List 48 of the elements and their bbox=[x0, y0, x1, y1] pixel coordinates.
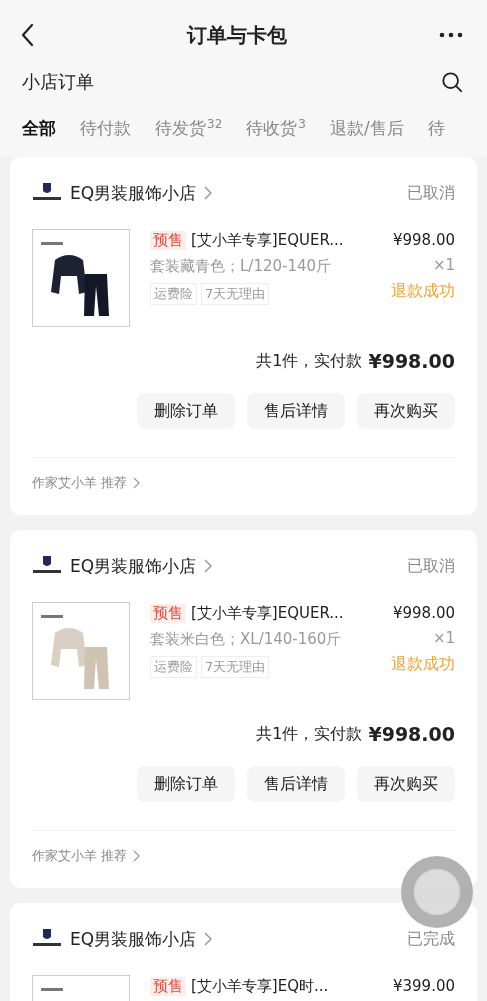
product-title[interactable]: [艾小羊专享]EQUER... bbox=[191, 604, 344, 623]
order-status: 已完成 bbox=[407, 928, 455, 950]
shop-name[interactable]: EQ男装服饰小店 bbox=[70, 181, 197, 205]
chevron-right-icon bbox=[133, 477, 141, 489]
more-icon[interactable] bbox=[439, 32, 463, 38]
product-price: ¥998.00 bbox=[392, 604, 455, 622]
search-icon[interactable] bbox=[441, 71, 463, 93]
chevron-right-icon bbox=[204, 559, 213, 573]
back-icon[interactable] bbox=[20, 23, 34, 47]
total-amount: ¥998.00 bbox=[368, 350, 455, 372]
shop-name[interactable]: EQ男装服饰小店 bbox=[70, 554, 197, 578]
refund-status: 退款成功 bbox=[391, 654, 455, 675]
product-price: ¥998.00 bbox=[392, 231, 455, 249]
presale-tag: 预售 bbox=[150, 977, 186, 996]
shop-name[interactable]: EQ男装服饰小店 bbox=[70, 927, 197, 951]
product-price: ¥399.00 bbox=[392, 977, 455, 995]
order-action-button[interactable]: 再次购买 bbox=[357, 393, 455, 429]
recommend-link[interactable]: 作家艾小羊 推荐 bbox=[32, 847, 128, 865]
order-action-button[interactable]: 再次购买 bbox=[357, 766, 455, 802]
presale-tag: 预售 bbox=[150, 231, 186, 250]
total-amount: ¥998.00 bbox=[368, 723, 455, 745]
quantity: ×1 bbox=[432, 256, 455, 274]
refund-status: 退款成功 bbox=[391, 281, 455, 302]
product-title[interactable]: [艾小羊专享]EQ时... bbox=[191, 977, 329, 996]
chevron-right-icon bbox=[204, 186, 213, 200]
order-action-button[interactable]: 删除订单 bbox=[137, 766, 235, 802]
service-tag: 7天无理由 bbox=[201, 283, 270, 305]
total-label: 共1件，实付款 bbox=[256, 350, 363, 372]
product-spec: 套装米白色；XL/140-160斤 bbox=[150, 630, 343, 649]
product-title[interactable]: [艾小羊专享]EQUER... bbox=[191, 231, 344, 250]
order-action-button[interactable]: 售后详情 bbox=[247, 766, 345, 802]
order-tab[interactable]: 全部 bbox=[22, 117, 56, 140]
order-status: 已取消 bbox=[407, 182, 455, 204]
chevron-right-icon bbox=[204, 932, 213, 946]
order-status: 已取消 bbox=[407, 555, 455, 577]
presale-tag: 预售 bbox=[150, 604, 186, 623]
service-tag: 7天无理由 bbox=[201, 656, 270, 678]
chevron-right-icon bbox=[133, 850, 141, 862]
section-title: 小店订单 bbox=[22, 70, 94, 94]
total-label: 共1件，实付款 bbox=[256, 723, 363, 745]
order-action-button[interactable]: 删除订单 bbox=[137, 393, 235, 429]
service-tag: 运费险 bbox=[150, 283, 197, 305]
service-tag: 运费险 bbox=[150, 656, 197, 678]
page-title: 订单与卡包 bbox=[186, 21, 287, 49]
order-action-button[interactable]: 售后详情 bbox=[247, 393, 345, 429]
quantity: ×1 bbox=[432, 629, 455, 647]
recommend-link[interactable]: 作家艾小羊 推荐 bbox=[32, 474, 128, 492]
product-spec: 套装藏青色；L/120-140斤 bbox=[150, 257, 333, 276]
